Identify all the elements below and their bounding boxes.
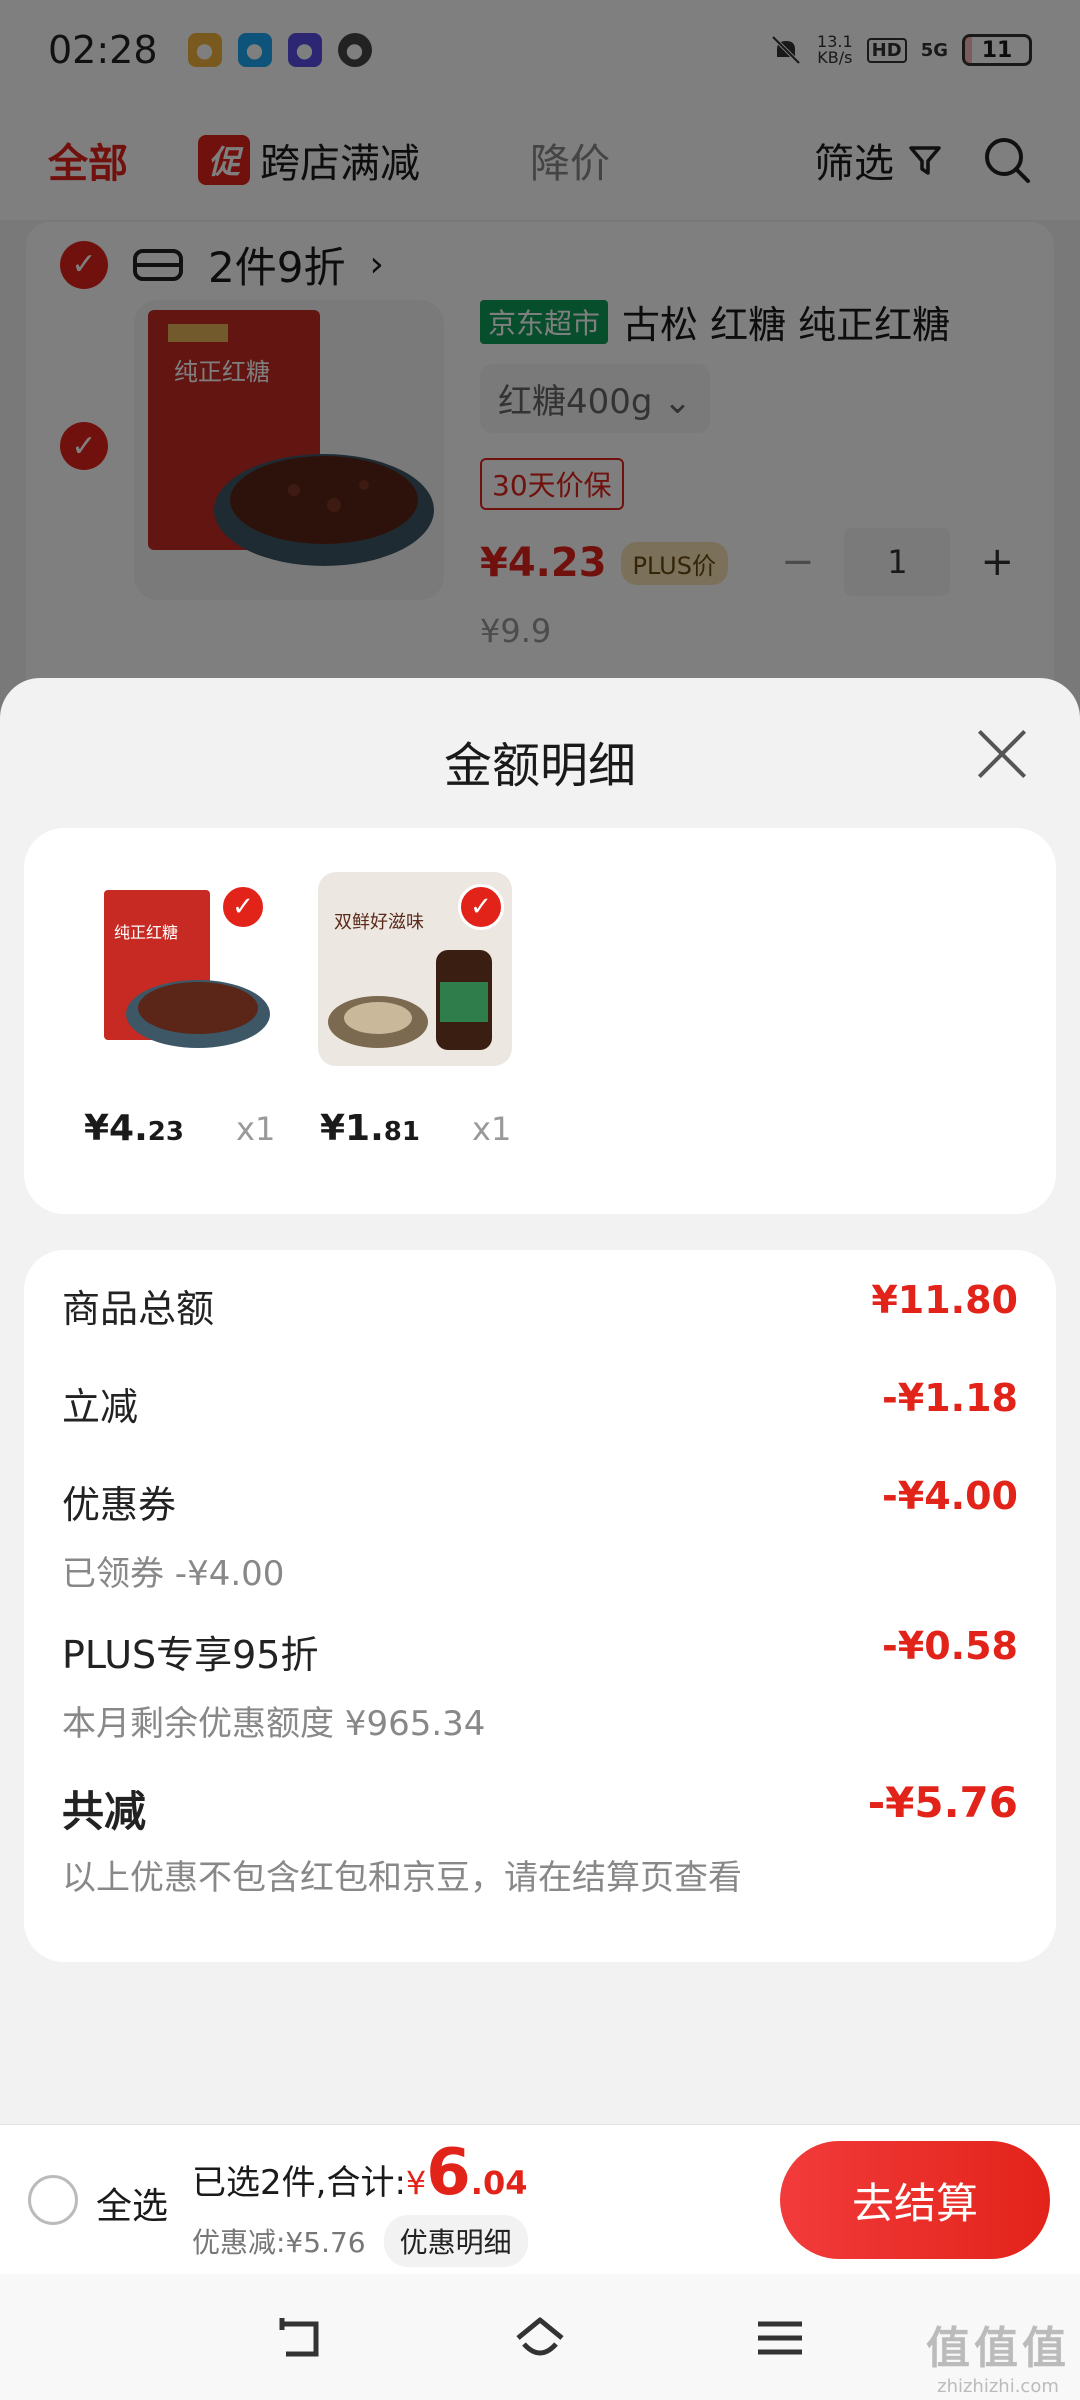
saved-note: 以上优惠不包含红包和京豆，请在结算页查看: [62, 1858, 742, 1898]
close-icon[interactable]: [974, 726, 1030, 782]
coupon-note: 已领券 -¥4.00: [62, 1554, 285, 1594]
total-summary: 已选2件,合计: ¥ 6 .04: [192, 2136, 528, 2210]
checkout-bar: 全选 已选2件,合计: ¥ 6 .04 优惠减:¥5.76 优惠明细 去结算: [0, 2124, 1080, 2274]
item-check-icon: ✓: [220, 884, 266, 930]
watermark: 值值值 zhizhizhi.com: [926, 2323, 1070, 2397]
row-instant-discount: 立减 -¥1.18: [62, 1376, 1018, 1429]
menu-icon[interactable]: [752, 2310, 808, 2366]
item-thumbnail-oyster-sauce[interactable]: 双鲜好滋味 ✓: [318, 872, 512, 1066]
thumbnail-label: 双鲜好滋味: [334, 912, 424, 933]
item-check-icon: ✓: [458, 884, 504, 930]
item-price: ¥4.23: [84, 1108, 184, 1149]
item-quantity: x1: [236, 1110, 276, 1148]
item-thumbnail-sugar[interactable]: 纯正红糖 ✓: [80, 872, 274, 1066]
system-nav-bar: [0, 2274, 1080, 2400]
home-icon[interactable]: [512, 2310, 568, 2366]
row-goods-total: 商品总额 ¥11.80: [62, 1278, 1018, 1331]
discount-detail-button[interactable]: 优惠明细: [383, 2215, 528, 2267]
select-all-label[interactable]: 全选: [96, 2177, 168, 2229]
discount-summary: 优惠减:¥5.76 优惠明细: [192, 2215, 528, 2267]
discount-text: 优惠减:¥5.76: [192, 2226, 366, 2259]
sheet-title: 金额明细: [443, 738, 636, 794]
row-total-saved: 共减 -¥5.76: [62, 1778, 1018, 1836]
item-quantity: x1: [472, 1110, 512, 1148]
select-all-checkbox[interactable]: [28, 2175, 78, 2225]
selected-items-card: 纯正红糖 ✓ ¥4.23 x1 双鲜好滋味 ✓ ¥1.81 x1: [24, 828, 1056, 1214]
back-icon[interactable]: [272, 2310, 328, 2366]
row-plus-discount: PLUS专享95折 -¥0.58: [62, 1624, 1018, 1677]
row-coupon: 优惠券 -¥4.00: [62, 1474, 1018, 1527]
checkout-button[interactable]: 去结算: [780, 2141, 1050, 2259]
amount-breakdown-card: 商品总额 ¥11.80 立减 -¥1.18 优惠券 -¥4.00 已领券 -¥4…: [24, 1250, 1056, 1962]
thumbnail-label: 纯正红糖: [114, 923, 178, 942]
plus-quota-note: 本月剩余优惠额度 ¥965.34: [62, 1704, 486, 1744]
item-price: ¥1.81: [320, 1108, 420, 1149]
